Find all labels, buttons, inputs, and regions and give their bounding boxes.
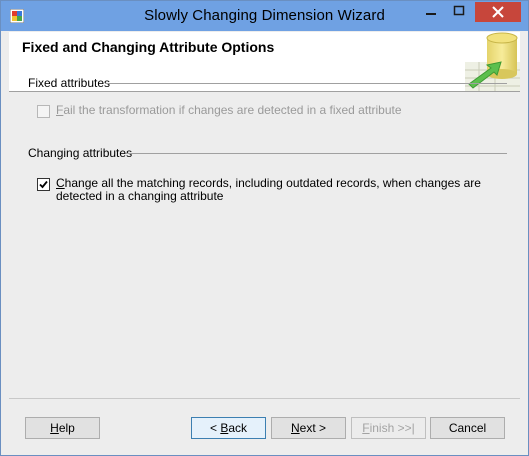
footer-divider [9,398,520,399]
fixed-attributes-divider [105,83,507,84]
change-all-records-checkbox[interactable] [37,178,50,191]
fail-on-fixed-change-label: Fail the transformation if changes are d… [56,103,402,117]
changing-attributes-label: Changing attributes [28,146,133,160]
page-title: Fixed and Changing Attribute Options [22,39,275,55]
close-icon[interactable] [475,2,521,22]
wizard-window: Slowly Changing Dimension Wizard Fixed a… [0,0,529,456]
fixed-attributes-label: Fixed attributes [28,76,111,90]
cancel-button[interactable]: Cancel [430,417,505,439]
checkmark-icon [39,180,48,189]
help-button[interactable]: Help [25,417,100,439]
back-button[interactable]: < Back [191,417,266,439]
change-all-records-label: Change all the matching records, includi… [56,176,481,203]
maximize-icon[interactable] [445,1,473,22]
title-bar[interactable]: Slowly Changing Dimension Wizard [1,1,528,31]
changing-attributes-divider [126,153,507,154]
minimize-icon[interactable] [417,1,445,22]
finish-button[interactable]: Finish >>| [351,417,426,439]
next-button[interactable]: Next > [271,417,346,439]
fail-on-fixed-change-checkbox[interactable] [37,105,50,118]
